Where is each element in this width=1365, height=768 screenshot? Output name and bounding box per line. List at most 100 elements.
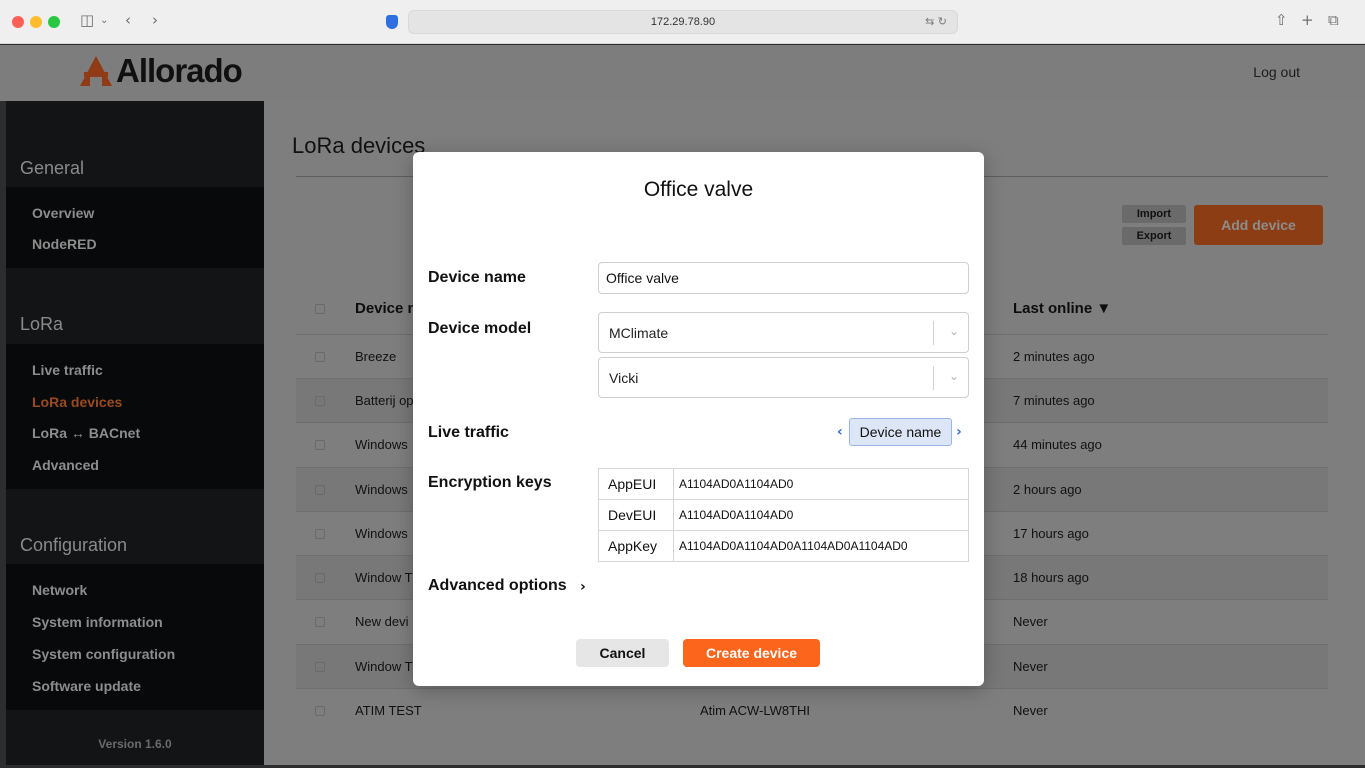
- sidebar-item-software-update[interactable]: Software update: [32, 678, 141, 694]
- add-device-button[interactable]: Add device: [1194, 205, 1323, 245]
- row-checkbox[interactable]: [315, 662, 325, 672]
- sidebar-section-general: General: [20, 158, 85, 178]
- device-name-cell: New devi: [355, 614, 409, 629]
- device-name-cell: Batterij op: [355, 393, 414, 408]
- key-value-input[interactable]: A1104AD0A1104AD0: [679, 500, 793, 530]
- last-online-cell: 18 hours ago: [1013, 570, 1089, 585]
- chevron-down-icon[interactable]: ⌄: [100, 15, 108, 26]
- create-device-dialog: Office valve Device name Office valve De…: [413, 152, 984, 686]
- translate-icon[interactable]: ⇆ ↻: [925, 15, 947, 28]
- row-checkbox[interactable]: [315, 573, 325, 583]
- row-checkbox[interactable]: [315, 440, 325, 450]
- device-name-cell: Windows: [355, 526, 408, 541]
- url-text: 172.29.78.90: [650, 16, 716, 28]
- key-row-appeui: AppEUI A1104AD0A1104AD0: [599, 469, 968, 500]
- row-checkbox[interactable]: [315, 352, 325, 362]
- sidebar-item-system-information[interactable]: System information: [32, 614, 163, 630]
- sidebar-item-system-configuration[interactable]: System configuration: [32, 646, 175, 662]
- page-title: LoRa devices: [292, 133, 426, 158]
- device-name-cell: Windows: [355, 437, 408, 452]
- sidebar-item-network[interactable]: Network: [32, 582, 87, 598]
- forward-icon[interactable]: ›: [152, 11, 158, 29]
- close-window-button[interactable]: [12, 16, 24, 28]
- device-name-cell: Windows: [355, 482, 408, 497]
- row-checkbox[interactable]: [315, 706, 325, 716]
- live-traffic-option[interactable]: Device name: [849, 418, 952, 446]
- zoom-window-button[interactable]: [48, 16, 60, 28]
- shield-icon[interactable]: [386, 15, 398, 29]
- device-name-input[interactable]: Office valve: [598, 262, 969, 294]
- device-name-cell: Breeze: [355, 349, 397, 364]
- sidebar-section-configuration: Configuration: [20, 535, 128, 555]
- last-online-cell: 44 minutes ago: [1013, 437, 1102, 452]
- sidebar-icon[interactable]: ◫: [80, 11, 94, 29]
- new-tab-icon[interactable]: +: [1301, 11, 1314, 29]
- row-checkbox[interactable]: [315, 617, 325, 627]
- chevron-down-icon[interactable]: ⌄: [949, 369, 959, 383]
- last-online-cell: 7 minutes ago: [1013, 393, 1095, 408]
- tabs-icon[interactable]: ⧉: [1328, 11, 1339, 29]
- device-name-cell: Window T: [355, 570, 413, 585]
- table-row[interactable]: ATIM TEST Atim ACW-LW8THI Never: [296, 688, 1328, 732]
- chevron-right-icon[interactable]: ›: [956, 424, 962, 440]
- sidebar-item-lora-bacnet[interactable]: LoRa ↔ BACnet: [32, 425, 140, 441]
- sidebar-group-general: Overview NodeRED: [6, 187, 264, 268]
- last-online-cell: 17 hours ago: [1013, 526, 1089, 541]
- device-name-label: Device name: [428, 269, 526, 286]
- sidebar-section-lora: LoRa: [20, 314, 64, 334]
- logo-mark-icon: [80, 56, 112, 86]
- version-label: Version 1.6.0: [98, 737, 172, 751]
- share-icon[interactable]: ⇧: [1275, 11, 1288, 29]
- column-header-last-online[interactable]: Last online ▼: [1013, 300, 1111, 317]
- import-button[interactable]: Import: [1122, 205, 1186, 223]
- row-checkbox[interactable]: [315, 485, 325, 495]
- sidebar-item-lora-devices[interactable]: LoRa devices: [32, 394, 122, 410]
- key-name: DevEUI: [599, 500, 674, 530]
- export-button[interactable]: Export: [1122, 227, 1186, 245]
- logo[interactable]: Allorado: [80, 52, 243, 89]
- device-name-cell: Window T: [355, 659, 413, 674]
- browser-toolbar: ◫ ⌄ ‹ › 172.29.78.90 ⇆ ↻ ⇧ + ⧉: [0, 0, 1365, 44]
- sidebar: General Overview NodeRED LoRa Live traff…: [6, 101, 264, 765]
- device-model-label: Device model: [428, 320, 532, 337]
- sidebar-item-live-traffic[interactable]: Live traffic: [32, 362, 103, 378]
- chevron-left-icon[interactable]: ‹: [837, 424, 843, 440]
- create-device-button[interactable]: Create device: [683, 639, 820, 667]
- key-value-input[interactable]: A1104AD0A1104AD0: [679, 469, 793, 499]
- chevron-down-icon[interactable]: ⌄: [949, 324, 959, 338]
- device-model-cell: Atim ACW-LW8THI: [700, 703, 811, 718]
- key-row-deveui: DevEUI A1104AD0A1104AD0: [599, 500, 968, 531]
- encryption-keys-table: AppEUI A1104AD0A1104AD0 DevEUI A1104AD0A…: [598, 468, 969, 562]
- key-name: AppKey: [599, 531, 674, 561]
- row-checkbox[interactable]: [315, 396, 325, 406]
- address-bar[interactable]: 172.29.78.90 ⇆ ↻: [408, 10, 958, 34]
- sidebar-item-overview[interactable]: Overview: [32, 205, 94, 221]
- last-online-cell: 2 hours ago: [1013, 482, 1082, 497]
- column-header-device[interactable]: Device n: [355, 300, 417, 317]
- sidebar-item-advanced[interactable]: Advanced: [32, 457, 99, 473]
- sidebar-item-nodered[interactable]: NodeRED: [32, 236, 97, 252]
- manufacturer-select[interactable]: MClimate ⌄: [598, 312, 969, 353]
- logout-link[interactable]: Log out: [1253, 64, 1300, 80]
- chevron-right-icon[interactable]: ›: [580, 579, 586, 595]
- logo-text: Allorado: [116, 52, 243, 89]
- sidebar-group-configuration: Network System information System config…: [6, 564, 264, 710]
- model-value: Vicki: [609, 370, 639, 386]
- dialog-title: Office valve: [643, 178, 754, 201]
- last-online-cell: Never: [1013, 659, 1048, 674]
- key-name: AppEUI: [599, 469, 674, 499]
- select-all-checkbox[interactable]: [315, 304, 325, 314]
- last-online-cell: Never: [1013, 703, 1048, 718]
- model-select[interactable]: Vicki ⌄: [598, 357, 969, 398]
- row-checkbox[interactable]: [315, 529, 325, 539]
- last-online-cell: Never: [1013, 614, 1048, 629]
- live-traffic-label: Live traffic: [428, 424, 509, 441]
- encryption-keys-label: Encryption keys: [428, 474, 552, 491]
- cancel-button[interactable]: Cancel: [576, 639, 669, 667]
- select-separator: [933, 321, 934, 345]
- advanced-options-toggle[interactable]: Advanced options: [428, 577, 567, 595]
- minimize-window-button[interactable]: [30, 16, 42, 28]
- back-icon[interactable]: ‹: [125, 11, 131, 29]
- last-online-cell: 2 minutes ago: [1013, 349, 1095, 364]
- key-value-input[interactable]: A1104AD0A1104AD0A1104AD0A1104AD0: [679, 531, 908, 561]
